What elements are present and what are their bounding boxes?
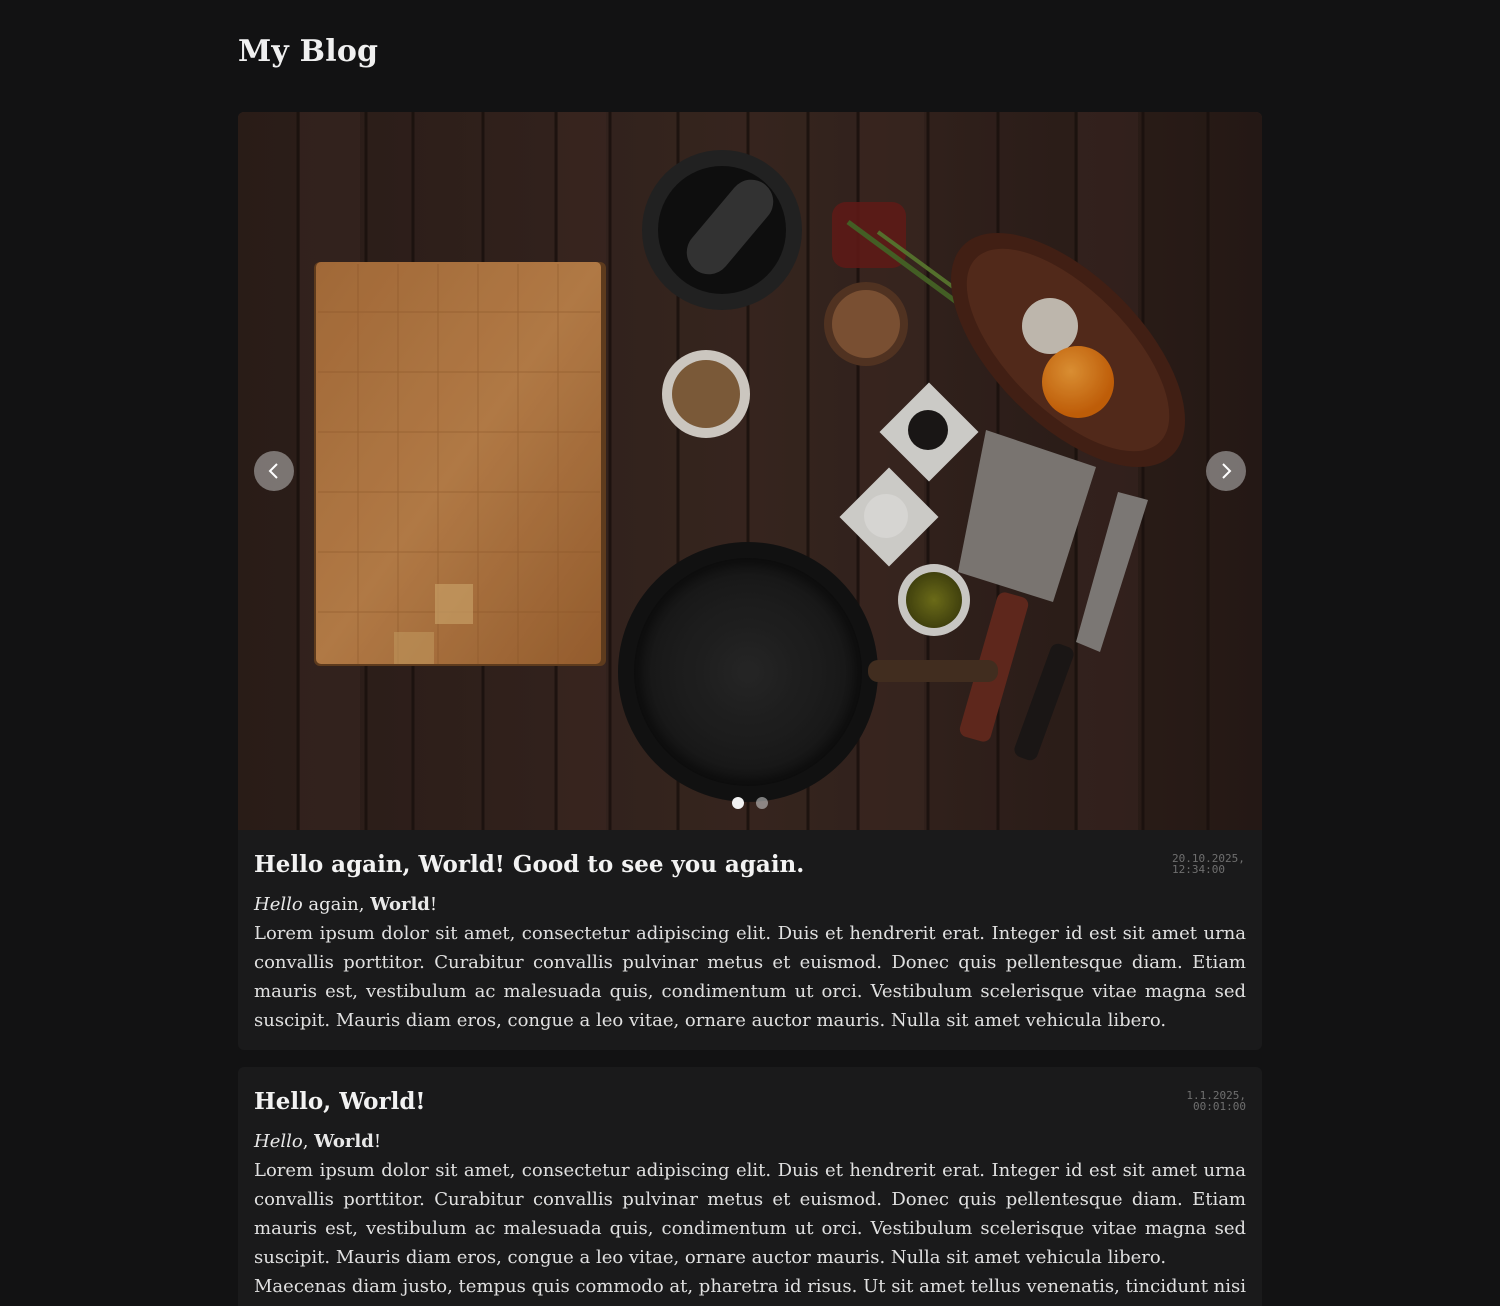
greeting-bold: World <box>314 1131 374 1152</box>
greeting-italic: Hello <box>254 894 303 915</box>
post-header: Hello, World! 1.1.2025, 00:01:00 <box>254 1087 1246 1117</box>
post-date-time: 00:01:00 <box>1193 1100 1246 1113</box>
post-title[interactable]: Hello again, World! Good to see you agai… <box>254 850 804 880</box>
carousel-image <box>238 112 1262 830</box>
blog-post: Hello, World! 1.1.2025, 00:01:00 Hello, … <box>238 1067 1262 1306</box>
greeting-mid: , <box>302 1131 315 1152</box>
carousel-prev-button[interactable] <box>254 451 294 491</box>
post-paragraph: Maecenas diam justo, tempus quis commodo… <box>254 1276 1246 1306</box>
site-title[interactable]: My Blog <box>238 34 378 69</box>
carousel-next-button[interactable] <box>1206 451 1246 491</box>
image-carousel[interactable] <box>238 112 1262 830</box>
post-date: 20.10.2025, 12:34:00 <box>1172 853 1246 875</box>
greeting-bold: World <box>370 894 430 915</box>
chevron-right-icon <box>1222 463 1232 479</box>
post-content: Hello again, World! Good to see you agai… <box>238 830 1262 1035</box>
post-content: Hello, World! 1.1.2025, 00:01:00 Hello, … <box>238 1067 1262 1306</box>
post-date-time: 12:34:00 <box>1172 863 1225 876</box>
chevron-left-icon <box>268 463 278 479</box>
greeting-end: ! <box>429 894 438 915</box>
carousel-indicators <box>238 797 1262 809</box>
post-date: 1.1.2025, 00:01:00 <box>1186 1090 1246 1112</box>
post-greeting: Hello again, World! <box>254 890 1246 919</box>
post-paragraph: Lorem ipsum dolor sit amet, consectetur … <box>254 1160 1246 1268</box>
post-header: Hello again, World! Good to see you agai… <box>254 850 1246 880</box>
post-paragraph: Lorem ipsum dolor sit amet, consectetur … <box>254 923 1246 1031</box>
greeting-mid: again, <box>302 894 371 915</box>
post-greeting: Hello, World! <box>254 1127 1246 1156</box>
greeting-end: ! <box>373 1131 382 1152</box>
post-title[interactable]: Hello, World! <box>254 1087 426 1117</box>
carousel-dot-2[interactable] <box>756 797 768 809</box>
blog-post: Hello again, World! Good to see you agai… <box>238 112 1262 1050</box>
greeting-italic: Hello <box>254 1131 303 1152</box>
carousel-dot-1[interactable] <box>732 797 744 809</box>
